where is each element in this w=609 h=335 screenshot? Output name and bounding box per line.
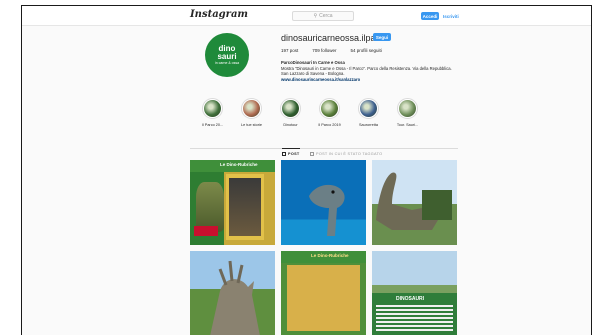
post-banner-title: Le Dino-Rubriche	[311, 253, 349, 258]
highlight-ring	[241, 98, 262, 119]
top-navigation-bar: Instagram ⚲ Cerca Accedi Iscriviti	[22, 6, 591, 26]
highlight-item[interactable]: Dinotour	[278, 98, 303, 127]
highlight-ring	[397, 98, 418, 119]
highlight-image	[282, 100, 299, 117]
highlight-label: Tour. Sauri...	[396, 123, 419, 127]
dinosaur-image	[196, 182, 224, 232]
browser-frame: Instagram ⚲ Cerca Accedi Iscriviti dino …	[21, 5, 592, 335]
bio-website-link[interactable]: www.dinosaurincarneossa.it/sanlazzaro	[281, 77, 481, 83]
search-input[interactable]: ⚲ Cerca	[292, 11, 354, 21]
highlight-image	[321, 100, 338, 117]
highlight-ring	[319, 98, 340, 119]
highlight-ring	[280, 98, 301, 119]
highlight-item[interactable]: Il Parco 20...	[200, 98, 225, 127]
post-grid: Le Dino-Rubriche Le Dino-Rubriche DINOSA…	[190, 160, 457, 335]
dinosaur-head-image	[303, 176, 359, 236]
highlight-ring	[358, 98, 379, 119]
profile-username: dinosauricarneossa.ilparco	[281, 33, 389, 43]
poster-title: DINOSAURI	[396, 296, 425, 302]
highlight-image	[360, 100, 377, 117]
highlight-label: Il Parco 2019	[318, 123, 341, 127]
follow-button[interactable]: Segui	[373, 33, 391, 41]
post-tile[interactable]: Le Dino-Rubriche	[281, 251, 366, 335]
event-poster-image: DINOSAURI	[372, 293, 457, 335]
tab-tagged[interactable]: POST IN CUI È STATO TAGGATO	[310, 152, 382, 156]
highlight-image	[243, 100, 260, 117]
post-tile[interactable]	[190, 251, 275, 335]
post-tile[interactable]: DINOSAURI	[372, 251, 457, 335]
tab-posts-label: POST	[288, 152, 300, 156]
followers-count[interactable]: 709 follower	[312, 48, 336, 53]
dinosaur-silhouette	[309, 184, 345, 236]
post-banner-title: Le Dino-Rubriche	[220, 162, 258, 167]
highlight-item[interactable]: Tour. Sauri...	[395, 98, 420, 127]
price-tag-image	[194, 226, 218, 236]
story-highlights: Il Parco 20... Le tue storie Dinotour Il…	[200, 98, 420, 127]
tab-posts[interactable]: POST	[282, 148, 300, 156]
post-tile[interactable]: Le Dino-Rubriche	[190, 160, 275, 245]
highlight-item[interactable]: Le tue storie	[239, 98, 264, 127]
highlight-item[interactable]: Saurorretta	[356, 98, 381, 127]
instagram-logo[interactable]: Instagram	[190, 9, 248, 20]
highlight-label: Saurorretta	[359, 123, 378, 127]
profile-tabs: POST POST IN CUI È STATO TAGGATO	[190, 148, 458, 158]
highlight-label: Il Parco 20...	[201, 123, 224, 127]
highlight-label: Dinotour	[283, 123, 298, 127]
search-icon: ⚲	[313, 13, 318, 19]
profile-stats: 197 post 709 follower 54 profili seguiti	[281, 48, 382, 53]
avatar-logo-caption: in carne & ossa	[214, 61, 240, 65]
profile-avatar[interactable]: dino sauri in carne & ossa	[205, 33, 249, 77]
post-banner: Le Dino-Rubriche	[190, 160, 275, 172]
styracosaurus-photo	[190, 260, 275, 335]
post-collage-image	[287, 265, 360, 331]
post-tile[interactable]	[281, 160, 366, 245]
highlight-image	[399, 100, 416, 117]
signup-link[interactable]: Iscriviti	[443, 12, 459, 20]
avatar-logo-text-sub: sauri	[217, 52, 237, 61]
tagged-user-icon	[310, 152, 314, 156]
grid-icon	[282, 152, 286, 156]
dinosaur-park-photo	[372, 172, 457, 245]
tab-tagged-label: POST IN CUI È STATO TAGGATO	[316, 152, 383, 156]
highlight-ring	[202, 98, 223, 119]
highlight-image	[204, 100, 221, 117]
highlight-label: Le tue storie	[241, 123, 262, 127]
post-tile[interactable]	[372, 160, 457, 245]
magazine-cover-image	[226, 174, 264, 240]
search-placeholder: Cerca	[319, 13, 333, 19]
login-button[interactable]: Accedi	[421, 12, 439, 20]
magazine-cover-photo	[229, 178, 261, 236]
poster-schedule-rows	[376, 305, 453, 333]
profile-bio: ParcoDinosauri In Carne e Ossa Mostra "D…	[281, 60, 481, 82]
following-count[interactable]: 54 profili seguiti	[351, 48, 382, 53]
highlight-item[interactable]: Il Parco 2019	[317, 98, 342, 127]
post-banner: Le Dino-Rubriche	[281, 251, 366, 263]
posts-count: 197 post	[281, 48, 299, 53]
